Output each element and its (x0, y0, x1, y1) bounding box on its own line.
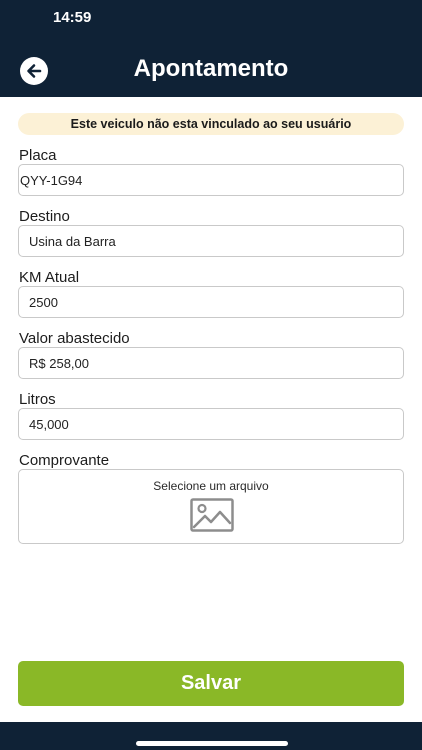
km-atual-label: KM Atual (19, 269, 80, 286)
page-title: Apontamento (133, 55, 289, 82)
image-icon (190, 498, 234, 532)
litros-label: Litros (19, 391, 56, 408)
litros-field[interactable] (18, 408, 404, 440)
comprovante-upload[interactable]: Selecione um arquivo (18, 469, 404, 544)
vehicle-warning-banner: Este veiculo não esta vinculado ao seu u… (18, 113, 404, 135)
comprovante-label: Comprovante (19, 452, 110, 469)
destino-field[interactable] (18, 225, 404, 257)
destino-label: Destino (19, 208, 70, 225)
placa-field[interactable] (18, 164, 404, 196)
upload-placeholder: Selecione um arquivo (153, 479, 269, 493)
km-atual-field[interactable] (18, 286, 404, 318)
valor-abastecido-label: Valor abastecido (19, 330, 130, 347)
status-time: 14:59 (53, 9, 92, 26)
home-indicator (136, 741, 288, 746)
app-header: 14:59 Apontamento (0, 0, 422, 97)
bottom-bar (0, 722, 422, 750)
placa-label: Placa (19, 147, 57, 164)
save-button[interactable]: Salvar (18, 661, 404, 706)
valor-abastecido-field[interactable] (18, 347, 404, 379)
